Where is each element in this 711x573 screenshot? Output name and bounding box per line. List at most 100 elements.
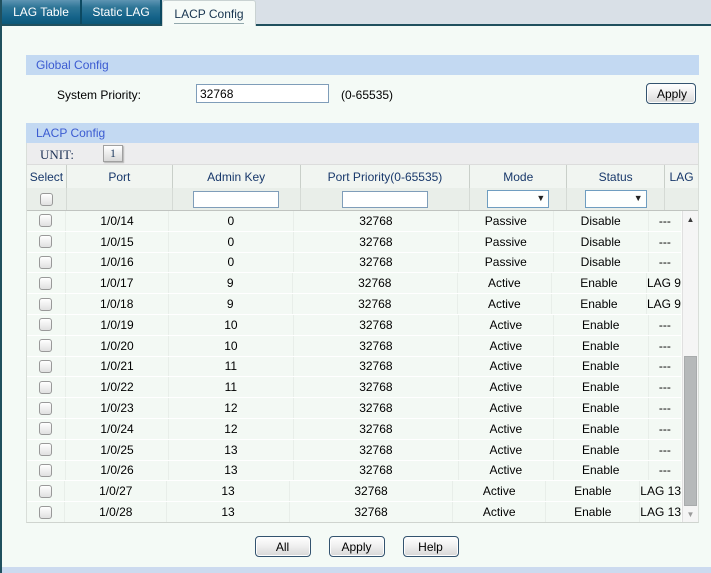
cell-mode: Active (459, 460, 554, 481)
table-row: 1/0/26 13 32768 Active Enable --- (27, 460, 681, 482)
cell-mode: Passive (459, 231, 554, 252)
global-config-panel: Global Config System Priority: (0-65535)… (26, 55, 699, 115)
global-apply-button[interactable]: Apply (646, 83, 696, 104)
cell-mode: Passive (459, 252, 554, 273)
select-all-checkbox[interactable] (39, 192, 53, 206)
page: LAG Table Static LAG LACP Config Global … (0, 0, 711, 573)
cell-admin-key: 13 (169, 439, 294, 460)
table-header-row: Select Port Admin Key Port Priority(0-65… (27, 165, 698, 188)
filter-lag-empty (665, 188, 698, 210)
row-select-checkbox[interactable] (39, 318, 53, 332)
row-select-checkbox[interactable] (39, 359, 53, 373)
table-row: 1/0/23 12 32768 Active Enable --- (27, 398, 681, 419)
unit-row: UNIT: 1 (27, 143, 698, 165)
table-scrollbar[interactable]: ▲ ▼ (682, 211, 698, 522)
table-row: 1/0/28 13 32768 Active Enable LAG 13 (27, 502, 681, 522)
bottom-strip (2, 567, 711, 573)
cell-admin-key: 0 (169, 211, 294, 231)
table-row: 1/0/17 9 32768 Active Enable LAG 9 (27, 273, 681, 295)
tab-label: Static LAG (92, 5, 150, 19)
cell-lag: LAG 13 (640, 505, 681, 520)
admin-key-filter-input[interactable] (193, 190, 280, 208)
row-select-checkbox[interactable] (39, 214, 53, 228)
tab-lag-table[interactable]: LAG Table (2, 0, 82, 24)
cell-admin-key: 10 (169, 314, 294, 335)
row-select-checkbox[interactable] (39, 255, 53, 269)
cell-lag: --- (658, 255, 671, 270)
cell-port-priority: 32768 (294, 335, 460, 356)
table-body: 1/0/14 0 32768 Passive Disable --- 1/0/15 0 3276… (27, 211, 698, 522)
table-rows: 1/0/14 0 32768 Passive Disable --- 1/0/15 0 3276… (27, 211, 681, 522)
cell-status: Disable (554, 252, 649, 273)
tab-static-lag[interactable]: Static LAG (82, 0, 162, 24)
cell-port: 1/0/16 (66, 252, 170, 273)
system-priority-input[interactable] (196, 84, 329, 103)
table-row: 1/0/27 13 32768 Active Enable LAG 13 (27, 481, 681, 503)
col-header-port: Port (67, 165, 173, 188)
port-priority-filter-input[interactable] (341, 190, 428, 208)
cell-port: 1/0/21 (66, 356, 170, 377)
table-row: 1/0/14 0 32768 Passive Disable --- (27, 211, 681, 232)
unit-1-button[interactable]: 1 (103, 145, 123, 162)
cell-admin-key: 13 (167, 502, 290, 522)
row-select-checkbox[interactable] (39, 339, 53, 353)
tab-label: LACP Config (174, 7, 244, 24)
row-select-checkbox[interactable] (39, 297, 53, 311)
apply-button[interactable]: Apply (328, 536, 385, 557)
cell-admin-key: 12 (169, 418, 294, 439)
col-header-select: Select (27, 165, 67, 188)
cell-admin-key: 13 (169, 460, 294, 481)
cell-mode: Active (458, 294, 552, 314)
col-header-mode: Mode (470, 165, 568, 188)
table-row: 1/0/15 0 32768 Passive Disable --- (27, 231, 681, 253)
scrollbar-thumb[interactable] (684, 356, 697, 506)
cell-lag: LAG 13 (640, 484, 681, 499)
row-select-checkbox[interactable] (39, 380, 53, 394)
filter-port-empty (67, 188, 173, 210)
status-select[interactable]: ▼ (584, 190, 647, 208)
system-priority-label: System Priority: (57, 88, 142, 102)
cell-port: 1/0/15 (66, 231, 170, 252)
all-button[interactable]: All (254, 536, 311, 557)
scroll-down-icon[interactable]: ▼ (683, 506, 698, 522)
row-select-checkbox[interactable] (39, 463, 53, 477)
tab-lacp-config[interactable]: LACP Config (162, 0, 256, 26)
cell-port-priority: 32768 (290, 481, 454, 502)
lacp-config-panel: LACP Config UNIT: 1 Select Port Admin Ke… (26, 123, 699, 523)
row-select-checkbox[interactable] (39, 401, 53, 415)
cell-status: Enable (554, 314, 649, 335)
cell-status: Enable (554, 356, 649, 377)
mode-select[interactable]: ▼ (487, 190, 550, 208)
cell-status: Enable (552, 294, 647, 314)
cell-port-priority: 32768 (293, 294, 458, 314)
table-row: 1/0/25 13 32768 Active Enable --- (27, 439, 681, 461)
help-button[interactable]: Help (402, 536, 459, 557)
table-filter-row: ▼ ▼ (27, 188, 698, 211)
cell-lag: --- (658, 401, 671, 416)
cell-mode: Active (459, 418, 554, 439)
cell-port-priority: 32768 (290, 502, 454, 522)
cell-lag: --- (658, 421, 671, 436)
row-select-checkbox[interactable] (39, 276, 53, 290)
cell-port: 1/0/17 (66, 273, 169, 294)
row-select-checkbox[interactable] (39, 422, 53, 436)
cell-mode: Active (459, 356, 554, 377)
table-row: 1/0/20 10 32768 Active Enable --- (27, 335, 681, 357)
tab-bar: LAG Table Static LAG LACP Config (2, 0, 711, 26)
global-config-body: System Priority: (0-65535) Apply (26, 75, 699, 115)
cell-mode: Active (459, 439, 554, 460)
row-select-checkbox[interactable] (39, 484, 53, 498)
cell-port-priority: 32768 (293, 273, 458, 294)
row-select-checkbox[interactable] (39, 505, 53, 519)
cell-mode: Active (459, 335, 554, 356)
scroll-up-icon[interactable]: ▲ (683, 211, 698, 227)
cell-lag: LAG 9 (646, 297, 681, 312)
dropdown-arrow-icon: ▼ (633, 193, 643, 203)
cell-mode: Active (458, 273, 552, 294)
cell-port: 1/0/14 (66, 211, 170, 231)
cell-status: Enable (552, 273, 647, 294)
row-select-checkbox[interactable] (39, 443, 53, 457)
cell-admin-key: 9 (169, 294, 293, 314)
cell-lag: --- (658, 213, 671, 228)
row-select-checkbox[interactable] (39, 235, 53, 249)
